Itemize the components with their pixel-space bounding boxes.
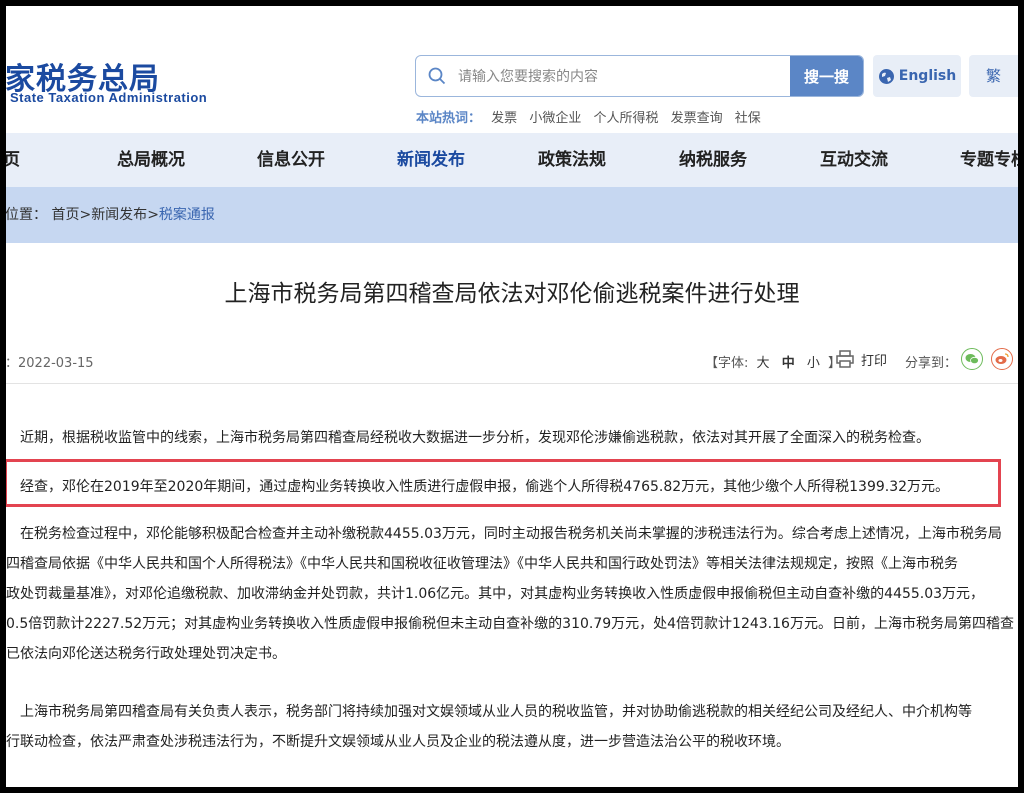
search-button[interactable]: 搜一搜 [790,56,863,96]
nav-item-overview[interactable]: 总局概况 [117,133,185,187]
search-box: 搜一搜 [415,55,864,97]
nav-item-tax-service[interactable]: 纳税服务 [679,133,747,187]
paragraph-line: 行政处罚裁量基准》，对邓伦追缴税款、加收滞纳金并处罚款，共计1.06亿元。其中，… [6,586,985,602]
font-size-controls: 【字体: 大 中 小 】 [705,352,841,371]
nav-item-news[interactable]: 新闻发布 [397,133,465,187]
paragraph-line: 上海市税务局第四稽查局有关负责人表示，税务部门将持续加强对文娱领域从业人员的税收… [6,704,972,720]
hot-keyword[interactable]: 个人所得税 [593,111,658,126]
hot-keyword[interactable]: 小微企业 [529,111,581,126]
english-label: English [898,68,957,84]
breadcrumb-separator: > [79,207,92,223]
breadcrumb: 您的位置： 首页>新闻发布>税案通报 [6,187,215,243]
nav-item-interaction[interactable]: 互动交流 [820,133,888,187]
breadcrumb-separator: > [147,207,159,223]
globe-icon [878,68,894,84]
article-paragraph-2: 经查，邓伦在2019年至2020年期间，通过虚构业务转换收入性质进行虚假申报，偷… [20,479,950,495]
browser-page: 国家税务总局 State Taxation Administration 搜一搜… [6,6,1018,787]
article-title: 上海市税务局第四稽查局依法对邓伦偷逃税案件进行处理 [224,281,800,307]
traditional-chinese-button[interactable]: 繁 [969,55,1018,97]
print-label: 打印 [861,353,888,369]
paragraph-line: 进行联动检查，依法严肃查处涉税违法行为，不断提升文娱领域从业人员及企业的税法遵从… [6,734,790,750]
date-value: 2022-03-15 [18,356,94,371]
meta-divider [6,383,1018,384]
article-paragraph-4: 上海市税务局第四稽查局有关负责人表示，税务部门将持续加强对文娱领域从业人员的税收… [6,697,1012,757]
breadcrumb-bar: 您的位置： 首页>新闻发布>税案通报 [6,187,1018,243]
article-meta: 时间：2022-03-15 【字体: 大 中 小 】 打印 分享到： [6,348,1018,379]
publish-date: 时间：2022-03-15 [6,352,94,371]
english-button[interactable]: English [873,55,961,97]
hot-keywords: 本站热词： 发票 小微企业 个人所得税 发票查询 社保 [416,107,769,126]
breadcrumb-prefix: 您的位置： [6,207,47,223]
font-small-button[interactable]: 小 [807,356,820,371]
date-label: 时间： [6,356,19,371]
font-label: 【字体: [705,356,749,371]
print-button[interactable]: 打印 [835,349,887,369]
font-medium-button[interactable]: 中 [782,356,795,371]
article-paragraph-3: 在税务检查过程中，邓伦能够积极配合检查并主动补缴税款4455.03万元，同时主动… [6,519,1014,669]
font-large-button[interactable]: 大 [757,356,770,371]
search-input[interactable] [456,56,790,96]
hot-keyword[interactable]: 发票查询 [671,111,723,126]
paragraph-line: 局已依法向邓伦送达税务行政处理处罚决定书。 [6,646,286,662]
breadcrumb-current[interactable]: 税案通报 [159,207,215,223]
logo-english: State Taxation Administration [10,90,208,105]
nav-item-special-topics[interactable]: 专题专栏 [960,133,1018,187]
weibo-icon [995,353,1009,364]
main-nav: 首页 总局概况 信息公开 新闻发布 政策法规 纳税服务 互动交流 专题专栏 [6,133,1018,187]
share-label: 分享到： [905,356,958,371]
breadcrumb-news[interactable]: 新闻发布 [91,207,147,223]
paragraph-line: 第四稽查局依据《中华人民共和国个人所得税法》《中华人民共和国税收征收管理法》《中… [6,556,958,572]
breadcrumb-home[interactable]: 首页 [51,207,79,223]
nav-item-info-disclosure[interactable]: 信息公开 [257,133,325,187]
hot-keyword[interactable]: 发票 [491,111,517,126]
nav-item-home[interactable]: 首页 [6,133,20,187]
share-weibo-button[interactable] [991,348,1013,370]
search-icon [428,67,446,85]
wechat-icon [965,354,979,365]
article-paragraph-1: 近期，根据税收监管中的线索，上海市税务局第四稽查局经税收大数据进一步分析，发现邓… [20,430,930,446]
printer-icon [836,350,854,368]
nav-item-policy[interactable]: 政策法规 [538,133,606,187]
hot-keyword[interactable]: 社保 [735,111,761,126]
paragraph-line: 处0.5倍罚款计2227.52万元；对其虚构业务转换收入性质虚假申报偷税但未主动… [6,616,1014,632]
hot-keywords-label: 本站热词： [416,111,482,126]
share-wechat-button[interactable] [961,348,983,370]
paragraph-line: 在税务检查过程中，邓伦能够积极配合检查并主动补缴税款4455.03万元，同时主动… [6,526,1002,542]
